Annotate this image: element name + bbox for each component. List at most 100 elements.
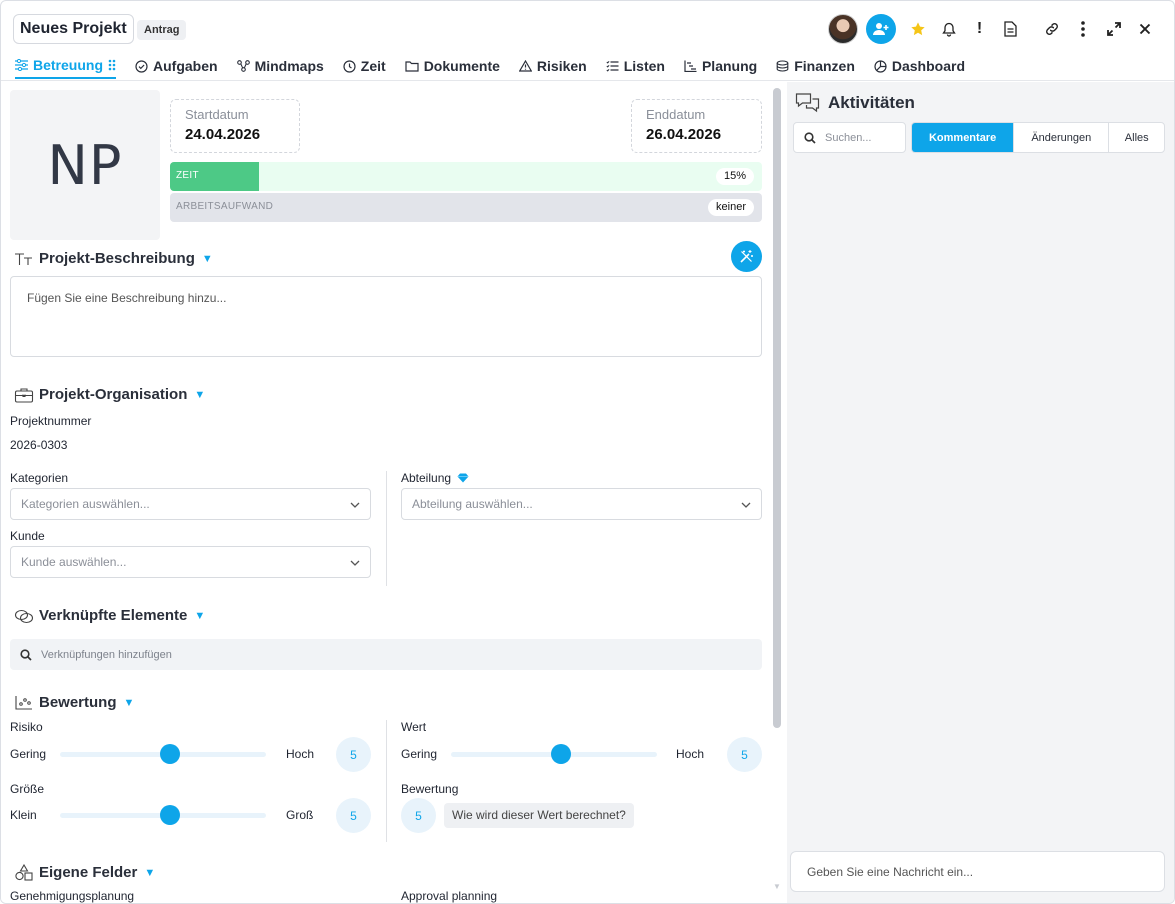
tab-label: Aufgaben xyxy=(153,58,218,74)
more-vertical-icon[interactable] xyxy=(1067,14,1098,44)
project-number-value[interactable]: 2026-0303 xyxy=(10,438,67,452)
header-actions: ! xyxy=(828,14,1160,44)
star-icon[interactable] xyxy=(902,14,933,44)
size-score: 5 xyxy=(336,798,371,833)
linked-search-input[interactable]: Verknüpfungen hinzufügen xyxy=(10,639,762,670)
filter-all[interactable]: Alles xyxy=(1108,123,1164,152)
customer-placeholder: Kunde auswählen... xyxy=(21,555,127,569)
sliders-icon xyxy=(15,59,28,71)
overall-rating-label: Bewertung xyxy=(401,782,459,796)
effort-bar: ARBEITSAUFWAND keiner xyxy=(170,193,762,222)
categories-placeholder: Kategorien auswählen... xyxy=(21,497,150,511)
tab-mindmaps[interactable]: Mindmaps xyxy=(236,53,324,79)
tab-label: Zeit xyxy=(360,58,386,74)
project-initials[interactable]: NP xyxy=(10,90,160,240)
organisation-title: Projekt-Organisation xyxy=(39,386,188,403)
add-user-icon[interactable] xyxy=(866,14,896,44)
risk-max-label: Hoch xyxy=(286,747,315,761)
department-select[interactable]: Abteilung auswählen... xyxy=(401,488,762,520)
effort-label: ARBEITSAUFWAND xyxy=(176,201,274,212)
tab-risiken[interactable]: Risiken xyxy=(518,53,587,79)
check-circle-icon xyxy=(135,59,148,73)
description-section-header[interactable]: Projekt-Beschreibung ▼ xyxy=(14,250,213,267)
tab-finanzen[interactable]: Finanzen xyxy=(776,53,855,79)
tab-label: Betreuung xyxy=(33,57,103,73)
chain-icon xyxy=(14,609,34,623)
search-icon xyxy=(20,648,32,661)
shapes-icon xyxy=(15,864,33,881)
categories-label: Kategorien xyxy=(10,471,69,485)
value-slider-handle[interactable] xyxy=(551,744,571,764)
custom-fields-section-header[interactable]: Eigene Felder ▼ xyxy=(14,864,155,881)
filter-changes[interactable]: Änderungen xyxy=(1013,123,1108,152)
close-icon[interactable] xyxy=(1129,14,1160,44)
rating-title: Bewertung xyxy=(39,694,117,711)
tab-dokumente[interactable]: Dokumente xyxy=(405,53,500,79)
magic-wand-icon xyxy=(740,250,753,263)
tab-betreuung[interactable]: Betreuung xyxy=(15,53,116,79)
ai-wand-button[interactable] xyxy=(731,241,762,272)
column-divider xyxy=(386,720,387,842)
scroll-down-icon[interactable]: ▼ xyxy=(773,882,781,891)
tab-zeit[interactable]: Zeit xyxy=(343,53,386,79)
expand-icon[interactable] xyxy=(1098,14,1129,44)
description-textarea[interactable]: Fügen Sie eine Beschreibung hinzu... xyxy=(10,276,762,357)
link-icon[interactable] xyxy=(1036,14,1067,44)
warning-icon xyxy=(518,60,532,72)
main-content: ▼ NP Startdatum 24.04.2026 Enddatum 26.0… xyxy=(1,82,787,903)
department-label-row: Abteilung xyxy=(401,471,469,485)
chevron-down-icon xyxy=(741,497,751,511)
project-header: Neues Projekt Antrag ! Betreuung Aufgabe… xyxy=(1,1,1174,81)
risk-slider-handle[interactable] xyxy=(160,744,180,764)
scrollbar[interactable] xyxy=(773,88,781,728)
custom-field-label: Genehmigungsplanung xyxy=(10,889,135,903)
linked-section-header[interactable]: Verknüpfte Elemente ▼ xyxy=(14,607,205,624)
activity-filter: Kommentare Änderungen Alles xyxy=(911,122,1165,153)
bell-icon[interactable] xyxy=(933,14,964,44)
value-max-label: Hoch xyxy=(676,747,705,761)
chat-bubbles-icon xyxy=(795,93,820,113)
start-date-field[interactable]: Startdatum 24.04.2026 xyxy=(170,99,300,153)
project-title[interactable]: Neues Projekt xyxy=(13,14,134,44)
time-progress-bar: ZEIT 15% xyxy=(170,162,762,191)
organisation-section-header[interactable]: Projekt-Organisation ▼ xyxy=(14,386,205,403)
scatter-chart-icon xyxy=(15,695,32,710)
tab-dashboard[interactable]: Dashboard xyxy=(874,53,965,79)
coins-icon xyxy=(776,60,789,72)
chevron-down-icon[interactable]: ▼ xyxy=(194,610,205,622)
activities-search-input[interactable]: Suchen... xyxy=(793,122,906,153)
tab-bar: Betreuung Aufgaben Mindmaps Zeit Dokumen… xyxy=(15,53,965,81)
rating-calculation-help[interactable]: Wie wird dieser Wert berechnet? xyxy=(444,803,634,828)
activities-panel: Aktivitäten Suchen... Kommentare Änderun… xyxy=(787,82,1174,903)
tab-planung[interactable]: Planung xyxy=(684,53,757,79)
size-slider-handle[interactable] xyxy=(160,805,180,825)
chevron-down-icon[interactable]: ▼ xyxy=(194,389,205,401)
overall-rating-score: 5 xyxy=(401,798,436,833)
activities-search-placeholder: Suchen... xyxy=(825,131,872,144)
value-score: 5 xyxy=(727,737,762,772)
dashboard-icon xyxy=(874,59,887,73)
tab-aufgaben[interactable]: Aufgaben xyxy=(135,53,218,79)
linked-placeholder: Verknüpfungen hinzufügen xyxy=(41,648,172,661)
value-min-label: Gering xyxy=(401,747,438,761)
drag-handle-icon[interactable] xyxy=(108,59,116,71)
rating-section-header[interactable]: Bewertung ▼ xyxy=(14,694,134,711)
size-min-label: Klein xyxy=(10,808,37,822)
chevron-down-icon[interactable]: ▼ xyxy=(144,867,155,879)
filter-comments[interactable]: Kommentare xyxy=(912,123,1014,152)
tab-listen[interactable]: Listen xyxy=(606,53,665,79)
linked-title: Verknüpfte Elemente xyxy=(39,607,188,624)
chevron-down-icon[interactable]: ▼ xyxy=(124,697,135,709)
end-date-field[interactable]: Enddatum 26.04.2026 xyxy=(631,99,762,153)
exclamation-icon[interactable]: ! xyxy=(964,14,995,44)
customer-select[interactable]: Kunde auswählen... xyxy=(10,546,371,578)
status-badge[interactable]: Antrag xyxy=(137,20,187,40)
chevron-down-icon xyxy=(350,555,360,569)
categories-select[interactable]: Kategorien auswählen... xyxy=(10,488,371,520)
risk-score: 5 xyxy=(336,737,371,772)
mindmap-icon xyxy=(236,60,250,72)
chevron-down-icon[interactable]: ▼ xyxy=(202,253,213,265)
message-input[interactable]: Geben Sie eine Nachricht ein... xyxy=(790,851,1165,892)
avatar[interactable] xyxy=(828,14,858,44)
document-icon[interactable] xyxy=(995,14,1026,44)
